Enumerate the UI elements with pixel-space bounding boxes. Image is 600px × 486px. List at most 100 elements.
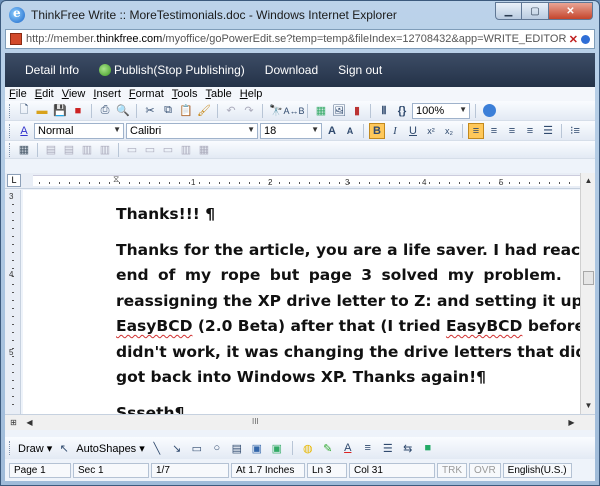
shadow-icon[interactable]: ■ <box>420 440 436 456</box>
menu-edit[interactable]: Edit <box>35 88 54 100</box>
align-right-icon[interactable]: ≡ <box>504 123 520 139</box>
go-icon[interactable] <box>581 34 590 44</box>
shrink-font-button[interactable]: A <box>342 123 358 139</box>
clipart-icon[interactable]: ▣ <box>249 440 265 456</box>
style-select[interactable]: Normal ▼ <box>34 122 124 139</box>
zoom-select[interactable]: 100% ▼ <box>412 102 470 119</box>
maximize-button[interactable]: ▢ <box>522 2 549 20</box>
delete-column-icon[interactable]: ▥ <box>178 142 194 158</box>
align-left-icon[interactable]: ≡ <box>468 122 484 139</box>
menu-format[interactable]: Format <box>129 88 164 100</box>
superscript-button[interactable]: x² <box>423 123 439 139</box>
insert-row-below-icon[interactable]: ▤ <box>61 142 77 158</box>
document-page[interactable]: Thanks!!! ¶ Thanks for the article, you … <box>23 190 580 414</box>
copy-icon[interactable]: ⧉ <box>160 103 176 119</box>
toolbar-grip[interactable] <box>9 123 12 138</box>
align-center-icon[interactable]: ≡ <box>486 123 502 139</box>
textbox-icon[interactable]: ▤ <box>229 440 245 456</box>
redo-icon[interactable]: ↷ <box>241 103 257 119</box>
detail-info-link[interactable]: Detail Info <box>25 63 79 77</box>
scroll-left-button[interactable]: ◀ <box>23 416 36 429</box>
insert-object-icon[interactable]: ▮ <box>349 103 365 119</box>
delete-row-icon[interactable]: ▭ <box>160 142 176 158</box>
status-language[interactable]: English(U.S.) <box>502 462 572 478</box>
merge-cells-icon[interactable]: ▭ <box>124 142 140 158</box>
draw-table-icon[interactable]: ▦ <box>16 142 32 158</box>
insert-column-left-icon[interactable]: ▥ <box>79 142 95 158</box>
tab-stop-selector[interactable]: L <box>7 174 21 187</box>
italic-button[interactable]: I <box>387 123 403 139</box>
grow-font-button[interactable]: A <box>324 123 340 139</box>
fill-color-icon[interactable]: ◍ <box>300 440 316 456</box>
save-pdf-icon[interactable]: ■ <box>70 103 86 119</box>
subscript-button[interactable]: x₂ <box>441 123 457 139</box>
scroll-thumb[interactable] <box>583 271 594 285</box>
split-cells-icon[interactable]: ▭ <box>142 142 158 158</box>
arrow-icon[interactable]: ↘ <box>169 440 185 456</box>
scroll-right-button[interactable]: ▶ <box>565 416 578 429</box>
insert-image-icon[interactable]: 🖼 <box>331 103 347 119</box>
styles-icon[interactable]: A <box>16 123 32 139</box>
arrow-style-icon[interactable]: ⇆ <box>400 440 416 456</box>
menu-file[interactable]: File <box>9 88 27 100</box>
publish-link[interactable]: Publish(Stop Publishing) <box>99 63 245 77</box>
columns-icon[interactable]: Ⅱ <box>376 103 392 119</box>
draw-menu-button[interactable]: Draw ▾ <box>18 442 52 455</box>
rectangle-icon[interactable]: ▭ <box>189 440 205 456</box>
sign-out-link[interactable]: Sign out <box>338 63 382 77</box>
view-mode-icon[interactable]: ⊞ <box>7 416 20 429</box>
toolbar-grip[interactable] <box>9 142 12 157</box>
line-style-icon[interactable]: ≡ <box>360 440 376 456</box>
menu-table[interactable]: Table <box>205 88 231 100</box>
menu-help[interactable]: Help <box>240 88 263 100</box>
find-icon[interactable]: 🔭 <box>268 103 284 119</box>
insert-column-right-icon[interactable]: ▥ <box>97 142 113 158</box>
font-size-select[interactable]: 18 ▼ <box>260 122 322 139</box>
scroll-down-button[interactable]: ▼ <box>582 399 595 412</box>
new-doc-icon[interactable]: 🗋 <box>16 103 32 119</box>
help-icon[interactable] <box>481 103 497 119</box>
insert-row-above-icon[interactable]: ▤ <box>43 142 59 158</box>
print-preview-icon[interactable]: 🔍 <box>115 103 131 119</box>
menu-insert[interactable]: Insert <box>93 88 121 100</box>
line-color-icon[interactable]: ✎ <box>320 440 336 456</box>
line-icon[interactable]: ╲ <box>149 440 165 456</box>
oval-icon[interactable]: ○ <box>209 440 225 456</box>
insert-table-icon[interactable]: ▦ <box>313 103 329 119</box>
numbered-list-icon[interactable]: ⁝≡ <box>567 123 583 139</box>
autoshapes-menu-button[interactable]: AutoShapes ▾ <box>76 442 145 455</box>
table-properties-icon[interactable]: ▦ <box>196 142 212 158</box>
vertical-scrollbar[interactable]: ▲ ▼ <box>580 173 595 414</box>
paste-icon[interactable]: 📋 <box>178 103 194 119</box>
dash-style-icon[interactable]: ☰ <box>380 440 396 456</box>
horizontal-ruler[interactable]: L 1 2 3 4 5 ⧖ <box>5 173 595 189</box>
toolbar-grip[interactable] <box>9 103 12 118</box>
status-overtype[interactable]: OVR <box>469 462 501 478</box>
url-text[interactable]: http://member.thinkfree.com/myoffice/goP… <box>26 33 569 45</box>
font-select[interactable]: Calibri ▼ <box>126 122 258 139</box>
print-icon[interactable]: ⎙ <box>97 103 113 119</box>
address-bar[interactable]: http://member.thinkfree.com/myoffice/goP… <box>5 29 595 49</box>
download-link[interactable]: Download <box>265 63 318 77</box>
close-button[interactable]: ✕ <box>549 2 593 20</box>
horizontal-scrollbar[interactable]: ⊞ ◀ III ▶ <box>5 414 595 430</box>
document-text[interactable]: Thanks!!! ¶ Thanks for the article, you … <box>116 202 580 414</box>
open-folder-icon[interactable]: ▬ <box>34 103 50 119</box>
replace-icon[interactable]: A↔B <box>284 103 305 119</box>
minimize-button[interactable]: ▁ <box>495 2 522 20</box>
bold-button[interactable]: B <box>369 122 385 139</box>
distribute-icon[interactable]: ☰ <box>540 123 556 139</box>
show-marks-icon[interactable]: {} <box>394 103 410 119</box>
justify-icon[interactable]: ≡ <box>522 123 538 139</box>
scroll-grip[interactable]: III <box>252 417 259 426</box>
font-color-icon[interactable]: A <box>340 440 356 456</box>
format-painter-icon[interactable]: 🖌 <box>196 103 212 119</box>
scroll-up-button[interactable]: ▲ <box>582 174 595 187</box>
menu-tools[interactable]: Tools <box>172 88 198 100</box>
status-track-changes[interactable]: TRK <box>437 462 467 478</box>
toolbar-grip[interactable] <box>9 441 12 455</box>
security-x-icon[interactable]: ✕ <box>569 33 578 46</box>
undo-icon[interactable]: ↶ <box>223 103 239 119</box>
save-icon[interactable]: 💾 <box>52 103 68 119</box>
cut-icon[interactable]: ✂ <box>142 103 158 119</box>
